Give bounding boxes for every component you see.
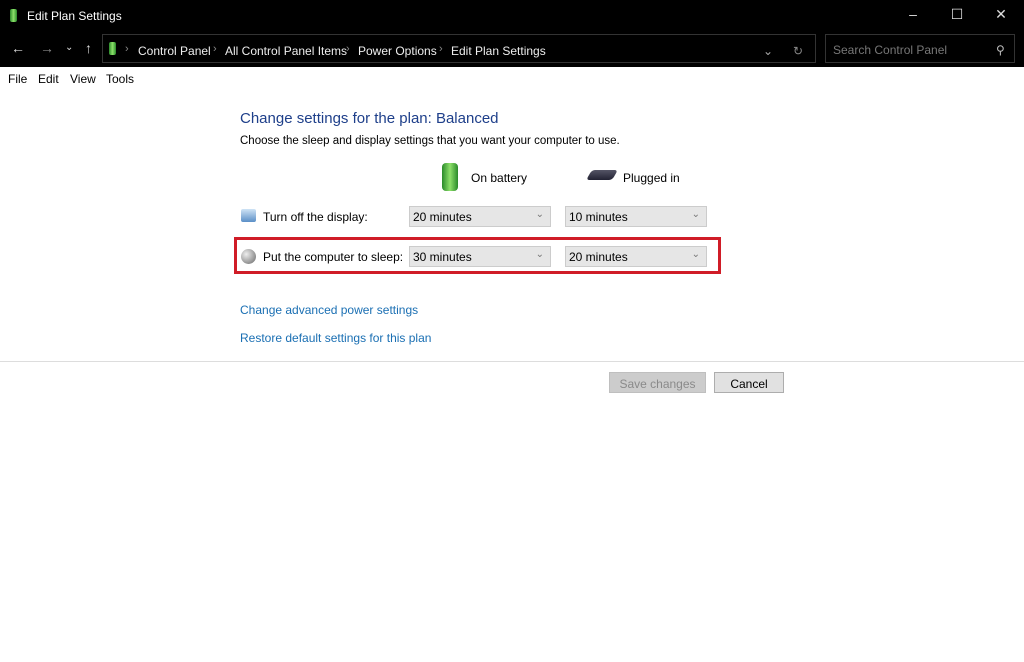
chevron-down-icon: ⌄	[691, 249, 700, 260]
display-icon	[241, 209, 256, 222]
breadcrumb-edit-plan[interactable]: Edit Plan Settings	[451, 44, 546, 58]
forward-icon[interactable]: →	[40, 40, 54, 56]
sleep-plugged-select[interactable]: 20 minutes ⌄	[565, 246, 707, 267]
recent-locations-icon[interactable]: ⌄	[65, 42, 73, 53]
cancel-button[interactable]: Cancel	[714, 372, 784, 393]
sleep-label: Put the computer to sleep:	[263, 250, 404, 264]
close-button[interactable]: ✕	[986, 6, 1016, 23]
address-bar[interactable]: › Control Panel › All Control Panel Item…	[102, 34, 816, 63]
divider	[0, 361, 1024, 362]
selected-value: 30 minutes	[413, 250, 472, 264]
display-plugged-select[interactable]: 10 minutes ⌄	[565, 206, 707, 227]
battery-icon	[109, 42, 116, 55]
breadcrumb-all-items[interactable]: All Control Panel Items	[225, 44, 347, 58]
navigation-bar: ← → ⌄ ↑ › Control Panel › All Control Pa…	[0, 31, 1024, 67]
title-bar: Edit Plan Settings – ☐ ✕	[0, 0, 1024, 31]
maximize-button[interactable]: ☐	[942, 6, 972, 23]
menu-edit[interactable]: Edit	[38, 72, 59, 86]
selected-value: 20 minutes	[413, 210, 472, 224]
search-placeholder: Search Control Panel	[833, 43, 948, 57]
display-label: Turn off the display:	[263, 210, 368, 224]
on-battery-header: On battery	[471, 171, 528, 185]
save-changes-button[interactable]: Save changes	[609, 372, 706, 393]
search-input[interactable]: Search Control Panel ⚲	[825, 34, 1015, 63]
minimize-button[interactable]: –	[898, 6, 928, 22]
selected-value: 20 minutes	[569, 250, 628, 264]
display-battery-select[interactable]: 20 minutes ⌄	[409, 206, 551, 227]
up-icon[interactable]: ↑	[85, 40, 92, 56]
battery-icon	[442, 163, 458, 191]
advanced-settings-link[interactable]: Change advanced power settings	[240, 303, 418, 317]
plugged-in-header: Plugged in	[623, 171, 680, 185]
chevron-down-icon: ⌄	[535, 249, 544, 260]
sleep-icon	[241, 249, 256, 264]
menu-file[interactable]: File	[8, 72, 27, 86]
breadcrumb-control-panel[interactable]: Control Panel	[138, 44, 211, 58]
restore-defaults-link[interactable]: Restore default settings for this plan	[240, 331, 431, 345]
menu-view[interactable]: View	[70, 72, 96, 86]
chevron-down-icon: ⌄	[691, 209, 700, 220]
sleep-battery-select[interactable]: 30 minutes ⌄	[409, 246, 551, 267]
chevron-down-icon: ⌄	[535, 209, 544, 220]
plug-icon	[586, 170, 618, 180]
menu-tools[interactable]: Tools	[106, 72, 134, 86]
battery-icon	[10, 9, 17, 22]
menu-bar: File Edit View Tools	[0, 67, 1024, 88]
selected-value: 10 minutes	[569, 210, 628, 224]
back-icon[interactable]: ←	[11, 40, 25, 56]
search-icon: ⚲	[996, 43, 1005, 57]
window-title: Edit Plan Settings	[27, 9, 122, 23]
breadcrumb-power-options[interactable]: Power Options	[358, 44, 437, 58]
page-subtitle: Choose the sleep and display settings th…	[240, 135, 620, 147]
page-title: Change settings for the plan: Balanced	[240, 110, 499, 127]
chevron-down-icon[interactable]: ⌄	[763, 44, 773, 58]
refresh-icon[interactable]: ↻	[793, 44, 803, 58]
